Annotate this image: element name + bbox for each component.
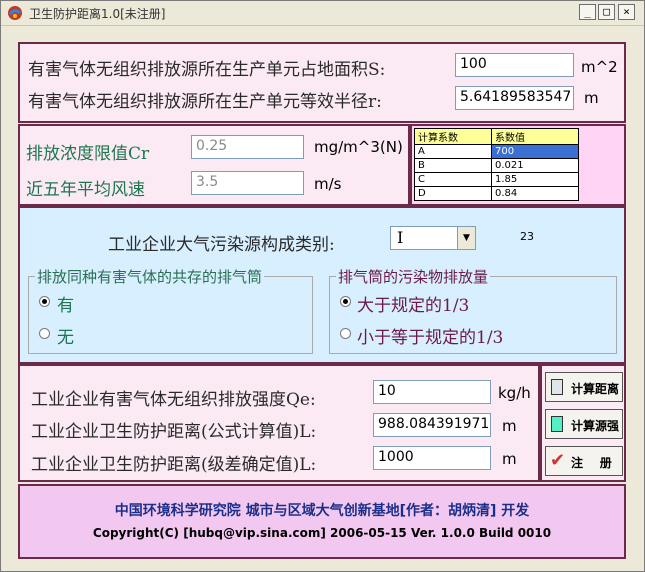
coef-value-cell[interactable]: 1.85 [491, 172, 579, 187]
coef-name-cell: D [414, 186, 492, 201]
app-window: 卫生防护距离1.0[未注册] _ □ × 有害气体无组织排放源所在生产单元占地面… [0, 0, 645, 572]
radius-unit: m [584, 89, 599, 107]
category-number: 23 [520, 230, 534, 243]
coef-panel: 计算系数 系数值 A 700 B 0.021 C 1.85 D 0.84 [410, 124, 626, 206]
radio-amount-less-equal-label[interactable]: 小于等于规定的1/3 [357, 323, 503, 348]
window-title: 卫生防护距离1.0[未注册] [29, 7, 166, 21]
checkmark-icon: ✔ [550, 450, 566, 471]
category-selected-value: I [397, 228, 404, 247]
cr-input[interactable]: 0.25 [191, 135, 304, 159]
level-distance-output[interactable]: 1000 [373, 446, 491, 470]
minimize-button[interactable]: _ [579, 4, 596, 20]
area-input[interactable]: 100 [455, 53, 574, 77]
cr-label: 排放浓度限值Cr [26, 144, 150, 164]
emission-amount-legend: 排气筒的污染物排放量 [336, 266, 491, 287]
coef-name-cell: C [414, 172, 492, 187]
radio-coexist-yes[interactable] [39, 296, 50, 307]
radius-output[interactable]: 5.64189583547 [455, 86, 574, 110]
table-row[interactable]: C 1.85 [414, 172, 579, 187]
coef-name-cell: A [414, 144, 492, 159]
qe-label: 工业企业有害气体无组织排放强度Qe: [31, 390, 316, 410]
qe-unit: kg/h [498, 384, 531, 402]
level-distance-label: 工业企业卫生防护距离(级差确定值)L: [31, 455, 317, 475]
source-panel: 有害气体无组织排放源所在生产单元占地面积S: 100 m^2 有害气体无组织排放… [18, 42, 626, 123]
radio-amount-greater-label[interactable]: 大于规定的1/3 [357, 291, 469, 316]
results-panel: 工业企业有害气体无组织排放强度Qe: 10 kg/h 工业企业卫生防护距离(公式… [18, 364, 540, 482]
radius-label: 有害气体无组织排放源所在生产单元等效半径r: [28, 92, 382, 112]
wind-input[interactable]: 3.5 [191, 171, 304, 195]
calculator-icon [551, 379, 563, 395]
wind-label: 近五年平均风速 [26, 180, 145, 200]
footer-panel: 中国环境科学研究院 城市与区域大气创新基地[作者：胡炳清] 开发 Copyrig… [18, 484, 626, 559]
table-row[interactable]: B 0.021 [414, 158, 579, 173]
title-bar: 卫生防护距离1.0[未注册] _ □ × [1, 1, 644, 26]
category-select[interactable]: I ▼ [390, 226, 476, 250]
category-panel: 工业企业大气污染源构成类别: I ▼ 23 排放同种有害气体的共存的排气筒 有 … [18, 206, 626, 364]
calc-source-label: 计算源强 [571, 419, 620, 433]
coexist-stack-legend: 排放同种有害气体的共存的排气筒 [35, 266, 265, 287]
coef-table-header: 计算系数 系数值 [414, 128, 579, 145]
coef-value-cell[interactable]: 700 [491, 144, 579, 159]
coef-name-cell: B [414, 158, 492, 173]
category-label: 工业企业大气污染源构成类别: [108, 235, 335, 255]
table-row[interactable]: D 0.84 [414, 186, 579, 201]
coef-table[interactable]: 计算系数 系数值 A 700 B 0.021 C 1.85 D 0.84 [414, 128, 579, 201]
formula-distance-output[interactable]: 988.084391971 [373, 413, 491, 437]
coexist-stack-group: 排放同种有害气体的共存的排气筒 有 无 [28, 266, 313, 354]
app-logo-icon [8, 6, 22, 20]
wind-unit: m/s [314, 175, 342, 193]
footer-credit: 中国环境科学研究院 城市与区域大气创新基地[作者：胡炳清] 开发 [114, 503, 530, 519]
actions-panel: 计算距离 计算源强 ✔ 注 册 [540, 364, 626, 482]
close-button[interactable]: × [618, 4, 635, 20]
maximize-button[interactable]: □ [598, 4, 615, 20]
calculator-icon [551, 416, 563, 432]
level-distance-unit: m [502, 450, 517, 468]
register-button[interactable]: ✔ 注 册 [545, 446, 623, 476]
calc-source-button[interactable]: 计算源强 [545, 409, 623, 439]
radio-amount-greater[interactable] [340, 296, 351, 307]
coef-header-name: 计算系数 [414, 128, 492, 145]
cr-unit: mg/m^3(N) [314, 138, 403, 156]
formula-distance-label: 工业企业卫生防护距离(公式计算值)L: [31, 422, 317, 442]
coef-value-cell[interactable]: 0.84 [491, 186, 579, 201]
coef-value-cell[interactable]: 0.021 [491, 158, 579, 173]
formula-distance-unit: m [502, 417, 517, 435]
footer-copyright: Copyright(C) [hubq@vip.sina.com] 2006-05… [92, 526, 552, 540]
emission-amount-group: 排气筒的污染物排放量 大于规定的1/3 小于等于规定的1/3 [329, 266, 617, 354]
area-unit: m^2 [581, 58, 618, 76]
table-row[interactable]: A 700 [414, 144, 579, 159]
qe-input[interactable]: 10 [373, 380, 491, 404]
register-label: 注 册 [571, 456, 612, 470]
area-label: 有害气体无组织排放源所在生产单元占地面积S: [28, 60, 386, 80]
radio-coexist-yes-label[interactable]: 有 [57, 291, 74, 316]
calc-distance-label: 计算距离 [571, 382, 620, 396]
radio-coexist-no-label[interactable]: 无 [57, 323, 74, 348]
dropdown-arrow-icon[interactable]: ▼ [457, 227, 475, 249]
coef-header-value: 系数值 [491, 128, 579, 145]
calc-distance-button[interactable]: 计算距离 [545, 372, 623, 402]
params-panel: 排放浓度限值Cr 0.25 mg/m^3(N) 近五年平均风速 3.5 m/s [18, 124, 410, 206]
radio-amount-less-equal[interactable] [340, 328, 351, 339]
radio-coexist-no[interactable] [39, 328, 50, 339]
